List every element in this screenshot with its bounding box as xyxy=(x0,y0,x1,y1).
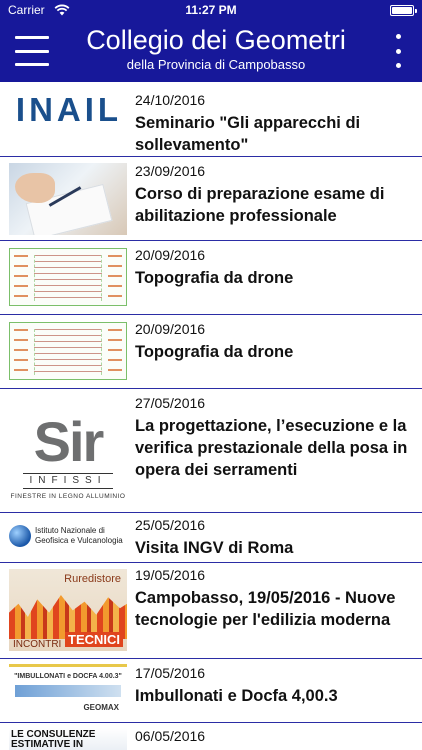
app-subtitle: della Provincia di Campobasso xyxy=(126,57,306,72)
news-date: 17/05/2016 xyxy=(135,665,206,681)
news-title: Topografia da drone xyxy=(135,343,294,361)
ingv-logo: Istituto Nazionale di Geofisica e Vulcan… xyxy=(9,517,127,557)
news-item[interactable]: 20/09/2016 Topografia da drone xyxy=(0,241,422,315)
news-item[interactable]: 20/09/2016 Topografia da drone xyxy=(0,315,422,389)
news-date: 20/09/2016 xyxy=(135,247,206,263)
news-item[interactable]: LE CONSULENZE ESTIMATIVE IN 06/05/2016 xyxy=(0,723,422,750)
sir-infissi-logo: Sir INFISSI FINESTRE IN LEGNO ALLUMINIO xyxy=(10,410,126,501)
status-bar: Carrier 11:27 PM xyxy=(0,0,422,20)
news-date: 23/09/2016 xyxy=(135,163,206,179)
hamburger-menu-icon[interactable] xyxy=(12,32,52,70)
incontri-tecnici-poster: Ruredistore INCONTRI TECNICI xyxy=(9,569,127,653)
news-title: Seminario "Gli apparecchi di sollevament… xyxy=(135,114,361,154)
news-date: 25/05/2016 xyxy=(135,517,206,533)
news-title: Imbullonati e Docfa 4,00.3 xyxy=(135,687,338,705)
news-title: Campobasso, 19/05/2016 - Nuove tecnologi… xyxy=(135,589,396,629)
study-photo-thumbnail xyxy=(9,163,127,235)
news-item[interactable]: "IMBULLONATI e DOCFA 4.00.3" GEOMAX 17/0… xyxy=(0,659,422,723)
more-vertical-icon[interactable] xyxy=(390,34,406,68)
news-item[interactable]: Ruredistore INCONTRI TECNICI 19/05/2016 … xyxy=(0,563,422,659)
news-item[interactable]: INAIL 24/10/2016 Seminario "Gli apparecc… xyxy=(0,82,422,157)
news-title: Topografia da drone xyxy=(135,269,294,287)
news-date: 27/05/2016 xyxy=(135,395,206,411)
news-list: INAIL 24/10/2016 Seminario "Gli apparecc… xyxy=(0,82,422,750)
clock: 11:27 PM xyxy=(185,3,237,17)
news-date: 24/10/2016 xyxy=(135,92,206,108)
program-document-thumbnail xyxy=(9,248,127,308)
globe-icon xyxy=(9,525,31,547)
news-title: La progettazione, l’esecuzione e la veri… xyxy=(135,417,408,479)
news-title: Corso di preparazione esame di abilitazi… xyxy=(135,185,385,225)
news-date: 06/05/2016 xyxy=(135,728,206,744)
news-title: Visita INGV di Roma xyxy=(135,539,294,557)
news-item[interactable]: 23/09/2016 Corso di preparazione esame d… xyxy=(0,157,422,241)
news-item[interactable]: Sir INFISSI FINESTRE IN LEGNO ALLUMINIO … xyxy=(0,389,422,513)
battery-icon xyxy=(390,5,417,16)
news-date: 19/05/2016 xyxy=(135,567,206,583)
inail-logo: INAIL xyxy=(15,91,123,128)
consulenze-thumbnail: LE CONSULENZE ESTIMATIVE IN xyxy=(9,728,127,750)
program-document-thumbnail xyxy=(9,322,127,382)
app-title: Collegio dei Geometri xyxy=(86,25,346,55)
news-date: 20/09/2016 xyxy=(135,321,206,337)
nav-bar: Collegio dei Geometri della Provincia di… xyxy=(0,20,422,82)
seminar-flyer-thumbnail: "IMBULLONATI e DOCFA 4.00.3" GEOMAX xyxy=(9,664,127,718)
news-item[interactable]: Istituto Nazionale di Geofisica e Vulcan… xyxy=(0,513,422,563)
